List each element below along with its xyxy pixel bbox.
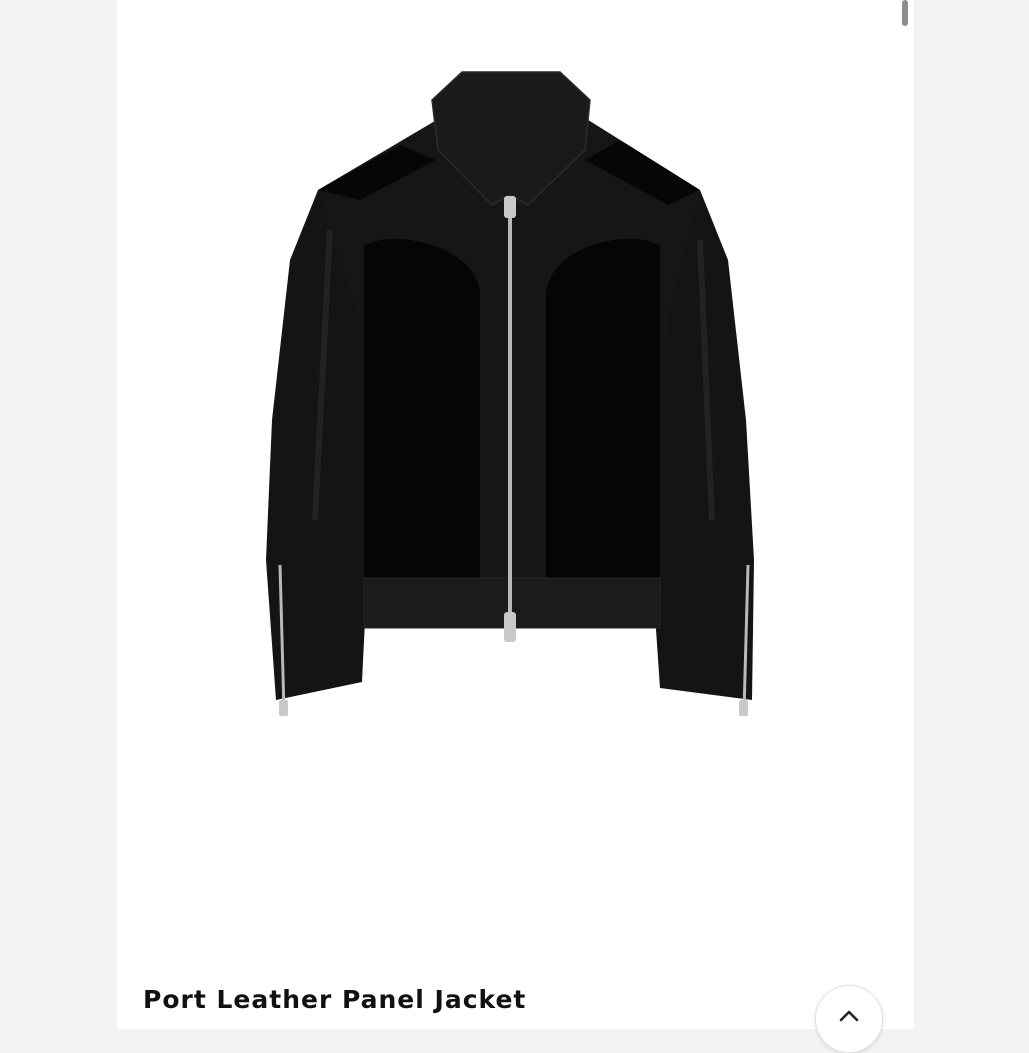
zipper-pull-bottom: [504, 612, 516, 642]
zipper-pull-top: [504, 196, 516, 218]
scroll-to-top-button[interactable]: [815, 985, 883, 1053]
chevron-up-icon: [839, 1010, 859, 1022]
product-image: [266, 71, 754, 716]
scrollbar[interactable]: [902, 0, 908, 26]
product-title: Port Leather Panel Jacket: [143, 985, 527, 1014]
right-suede-panel: [546, 238, 660, 578]
left-suede-panel: [364, 238, 480, 578]
